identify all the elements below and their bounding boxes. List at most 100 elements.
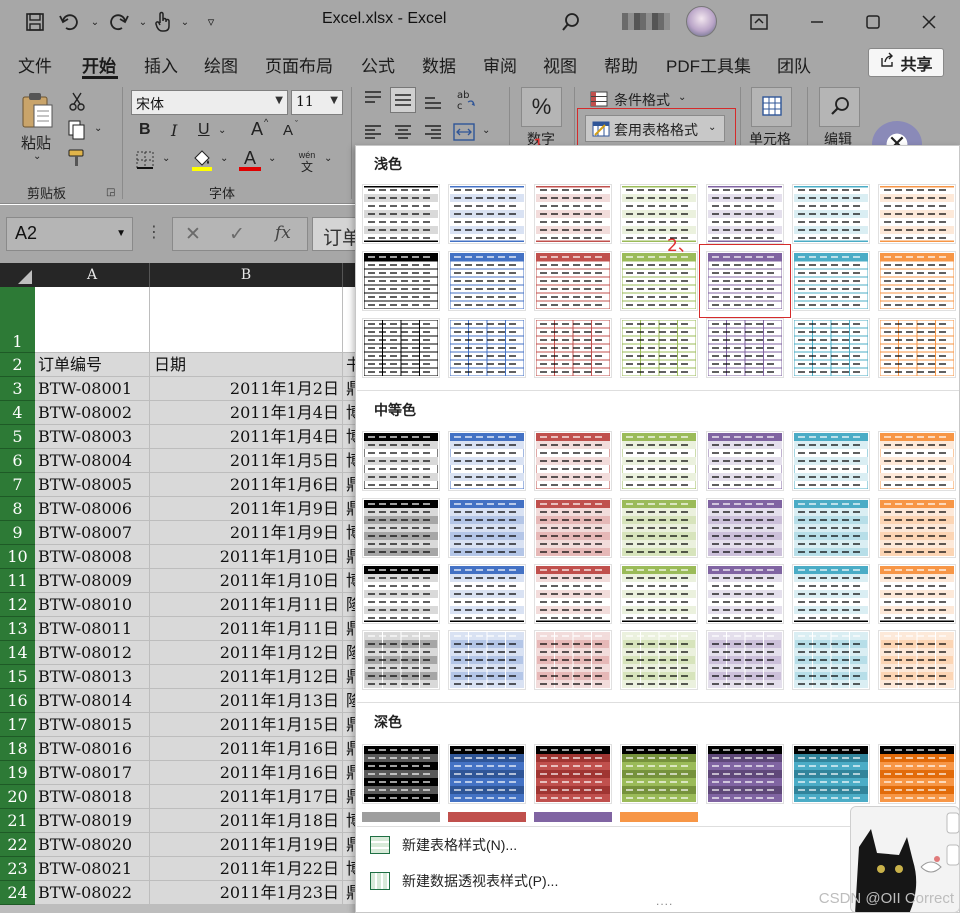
row-header[interactable]: 20	[0, 785, 35, 809]
table-style-dark-5[interactable]	[706, 744, 784, 804]
cut-icon[interactable]	[66, 91, 88, 113]
row-header[interactable]: 11	[0, 569, 35, 593]
customize-qat-icon[interactable]: ▿	[198, 9, 224, 35]
cell-b[interactable]: 2011年1月2日	[150, 377, 343, 401]
cell-b[interactable]: 2011年1月15日	[150, 713, 343, 737]
row-header[interactable]: 17	[0, 713, 35, 737]
cell-a[interactable]: BTW-08008	[35, 545, 150, 569]
row-header[interactable]: 21	[0, 809, 35, 833]
paste-label[interactable]: 粘贴	[21, 132, 51, 153]
table-style-medium-26[interactable]	[706, 630, 784, 690]
table-style-light-11[interactable]	[620, 251, 698, 311]
name-box[interactable]: A2 ▼	[6, 217, 133, 251]
table-style-medium-10[interactable]	[534, 498, 612, 558]
insert-function-icon[interactable]: fx	[275, 223, 291, 243]
undo-icon[interactable]	[56, 9, 82, 35]
table-style-medium-9[interactable]	[448, 498, 526, 558]
tab-insert[interactable]: 插入	[144, 52, 178, 77]
cell-b[interactable]: 2011年1月18日	[150, 809, 343, 833]
tab-pdf-tools[interactable]: PDF工具集	[666, 52, 751, 77]
table-style-partial-row[interactable]	[534, 812, 612, 822]
bold-button[interactable]: B	[139, 121, 151, 139]
phonetic-dropdown-icon[interactable]: ⌄	[324, 153, 332, 164]
new-pivot-style-item[interactable]: 新建数据透视表样式(P)...	[370, 867, 558, 895]
table-style-dark-6[interactable]	[792, 744, 870, 804]
cell-b[interactable]	[150, 287, 343, 353]
cell-a[interactable]: BTW-08018	[35, 785, 150, 809]
cell-b[interactable]: 2011年1月13日	[150, 689, 343, 713]
cell-a[interactable]: BTW-08013	[35, 665, 150, 689]
table-style-dark-3[interactable]	[534, 744, 612, 804]
table-style-medium-24[interactable]	[534, 630, 612, 690]
align-left-icon[interactable]	[362, 121, 384, 143]
redo-icon[interactable]	[106, 9, 132, 35]
table-style-medium-15[interactable]	[362, 564, 440, 624]
cell-b[interactable]: 2011年1月11日	[150, 617, 343, 641]
cell-a[interactable]: BTW-08012	[35, 641, 150, 665]
save-icon[interactable]	[22, 9, 48, 35]
cell-b[interactable]: 2011年1月9日	[150, 497, 343, 521]
tab-formulas[interactable]: 公式	[361, 52, 395, 77]
touch-dropdown-icon[interactable]: ⌄	[172, 9, 198, 35]
copy-icon[interactable]	[66, 119, 88, 141]
tab-review[interactable]: 审阅	[483, 52, 517, 77]
cell-a[interactable]: BTW-08003	[35, 425, 150, 449]
ribbon-display-icon[interactable]	[746, 9, 772, 35]
table-style-medium-12[interactable]	[706, 498, 784, 558]
underline-button[interactable]: U	[198, 121, 210, 139]
table-style-light-21[interactable]	[878, 318, 956, 378]
shrink-font-button[interactable]: A	[283, 122, 293, 139]
row-header[interactable]: 10	[0, 545, 35, 569]
phonetic-button[interactable]: wén 文	[294, 149, 320, 175]
table-style-medium-14[interactable]	[878, 498, 956, 558]
row-header[interactable]: 1	[0, 287, 35, 353]
cell-a[interactable]: BTW-08015	[35, 713, 150, 737]
maximize-icon[interactable]	[860, 9, 886, 35]
table-style-light-20[interactable]	[792, 318, 870, 378]
row-header[interactable]: 5	[0, 425, 35, 449]
table-style-dark-4[interactable]	[620, 744, 698, 804]
table-style-light-6[interactable]	[792, 184, 870, 244]
grow-font-button[interactable]: A	[251, 119, 263, 140]
fill-color-icon[interactable]	[190, 147, 214, 173]
table-style-medium-16[interactable]	[448, 564, 526, 624]
table-style-light-18[interactable]	[620, 318, 698, 378]
cell-b[interactable]: 2011年1月12日	[150, 641, 343, 665]
cell-b[interactable]: 2011年1月9日	[150, 521, 343, 545]
cell-a[interactable]: 订单编号	[35, 353, 150, 377]
cell-a[interactable]: BTW-08014	[35, 689, 150, 713]
more-options-icon[interactable]: ⋮	[146, 222, 162, 242]
cell-b[interactable]: 2011年1月16日	[150, 737, 343, 761]
column-header-a[interactable]: A	[35, 263, 150, 287]
resize-grip[interactable]: ....	[656, 894, 673, 908]
select-all-corner[interactable]	[0, 263, 35, 287]
table-style-medium-19[interactable]	[706, 564, 784, 624]
table-style-light-5[interactable]	[706, 184, 784, 244]
table-style-medium-4[interactable]	[620, 431, 698, 491]
merge-dropdown-icon[interactable]: ⌄	[482, 125, 490, 136]
table-style-medium-23[interactable]	[448, 630, 526, 690]
enter-icon[interactable]: ✓	[229, 223, 245, 246]
align-top-icon[interactable]	[362, 87, 384, 109]
fill-color-dropdown-icon[interactable]: ⌄	[220, 153, 228, 164]
conditional-format-dropdown-icon[interactable]: ⌄	[678, 92, 686, 103]
cell-a[interactable]: BTW-08004	[35, 449, 150, 473]
cell-a[interactable]	[35, 287, 150, 353]
new-table-style-item[interactable]: 新建表格样式(N)...	[370, 831, 517, 859]
table-style-light-14[interactable]	[878, 251, 956, 311]
table-style-medium-22[interactable]	[362, 630, 440, 690]
table-style-light-17[interactable]	[534, 318, 612, 378]
table-style-medium-21[interactable]	[878, 564, 956, 624]
tab-data[interactable]: 数据	[422, 52, 456, 77]
table-style-light-9[interactable]	[448, 251, 526, 311]
avatar[interactable]	[686, 6, 717, 37]
conditional-format-label[interactable]: 条件格式	[614, 90, 670, 110]
tab-draw[interactable]: 绘图	[204, 52, 238, 77]
row-header[interactable]: 15	[0, 665, 35, 689]
cell-a[interactable]: BTW-08020	[35, 833, 150, 857]
cell-a[interactable]: BTW-08002	[35, 401, 150, 425]
table-style-light-13[interactable]	[792, 251, 870, 311]
share-button[interactable]: 共享	[868, 48, 944, 77]
tab-file[interactable]: 文件	[18, 52, 52, 77]
column-header-b[interactable]: B	[150, 263, 343, 287]
